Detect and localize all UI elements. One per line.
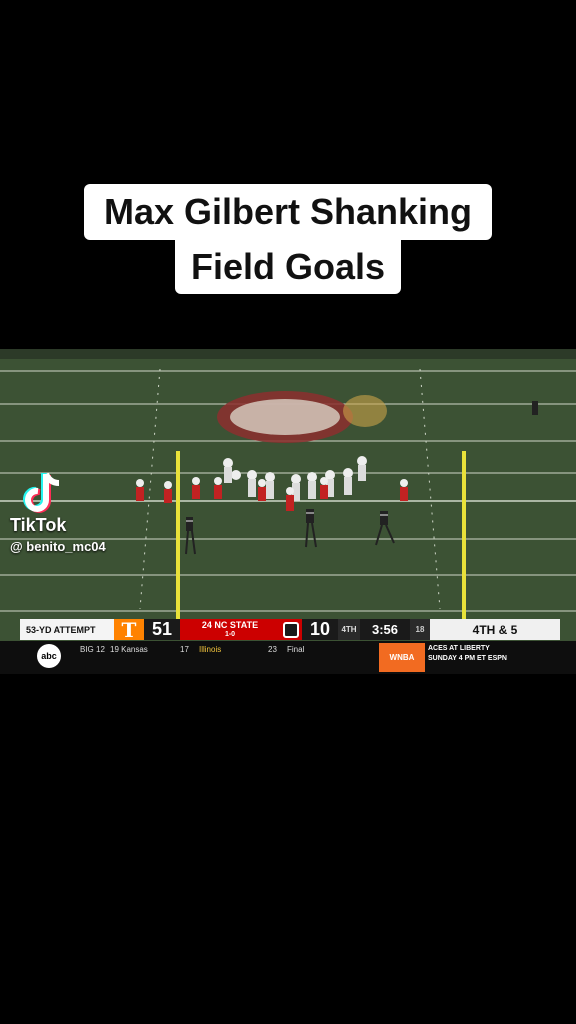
game-clock: 3:56 [360, 619, 410, 640]
wnba-logo-icon: WNBA [379, 643, 425, 672]
ticker-team-b-score: 23 [268, 645, 277, 654]
ticker-conference: BIG 12 [80, 645, 105, 654]
score-ticker: abc BIG 12 19 Kansas 17 Illinois 23 Fina… [0, 641, 576, 674]
tennessee-logo-icon: T [114, 618, 144, 642]
promo-line-1: ACES AT LIBERTY [428, 645, 490, 652]
ticker-status: Final [287, 645, 305, 654]
tennessee-score: 51 [144, 619, 180, 640]
caption-line-1: Max Gilbert Shanking [83, 184, 493, 240]
ncstate-score: 10 [302, 619, 338, 640]
abc-logo-icon: abc [37, 644, 61, 668]
down-distance: 4TH & 5 [430, 619, 560, 640]
ncstate-team: 24 NC STATE 1-0 [180, 619, 280, 640]
tiktok-brand: TikTok [10, 515, 67, 535]
ticker-team-a-score: 17 [180, 645, 189, 654]
play-clock: 18 [410, 619, 430, 640]
video-caption: Max Gilbert Shanking Field Goals [0, 184, 576, 294]
ticker-team-b: Illinois [199, 645, 222, 654]
scoreboard-bar: 53-YD ATTEMPT T 51 24 NC STATE 1-0 10 4T… [20, 618, 560, 642]
promo-text: ACES AT LIBERTY SUNDAY 4 PM ET ESPN [428, 644, 507, 664]
ncstate-logo-icon [280, 619, 302, 640]
quarter: 4TH [338, 619, 360, 640]
video-frame[interactable]: 53-YD ATTEMPT T 51 24 NC STATE 1-0 10 4T… [0, 349, 576, 674]
ncstate-record: 1-0 [224, 630, 236, 638]
ticker-team-a: 19 Kansas [110, 645, 148, 654]
ncstate-name: 24 NC STATE [201, 619, 259, 630]
caption-line-2: Field Goals [174, 240, 402, 294]
promo-line-2: SUNDAY 4 PM ET ESPN [428, 655, 507, 662]
fg-attempt-label: 53-YD ATTEMPT [20, 619, 114, 640]
tiktok-note-icon [23, 472, 60, 513]
tiktok-username[interactable]: @ benito_mc04 [10, 539, 106, 554]
